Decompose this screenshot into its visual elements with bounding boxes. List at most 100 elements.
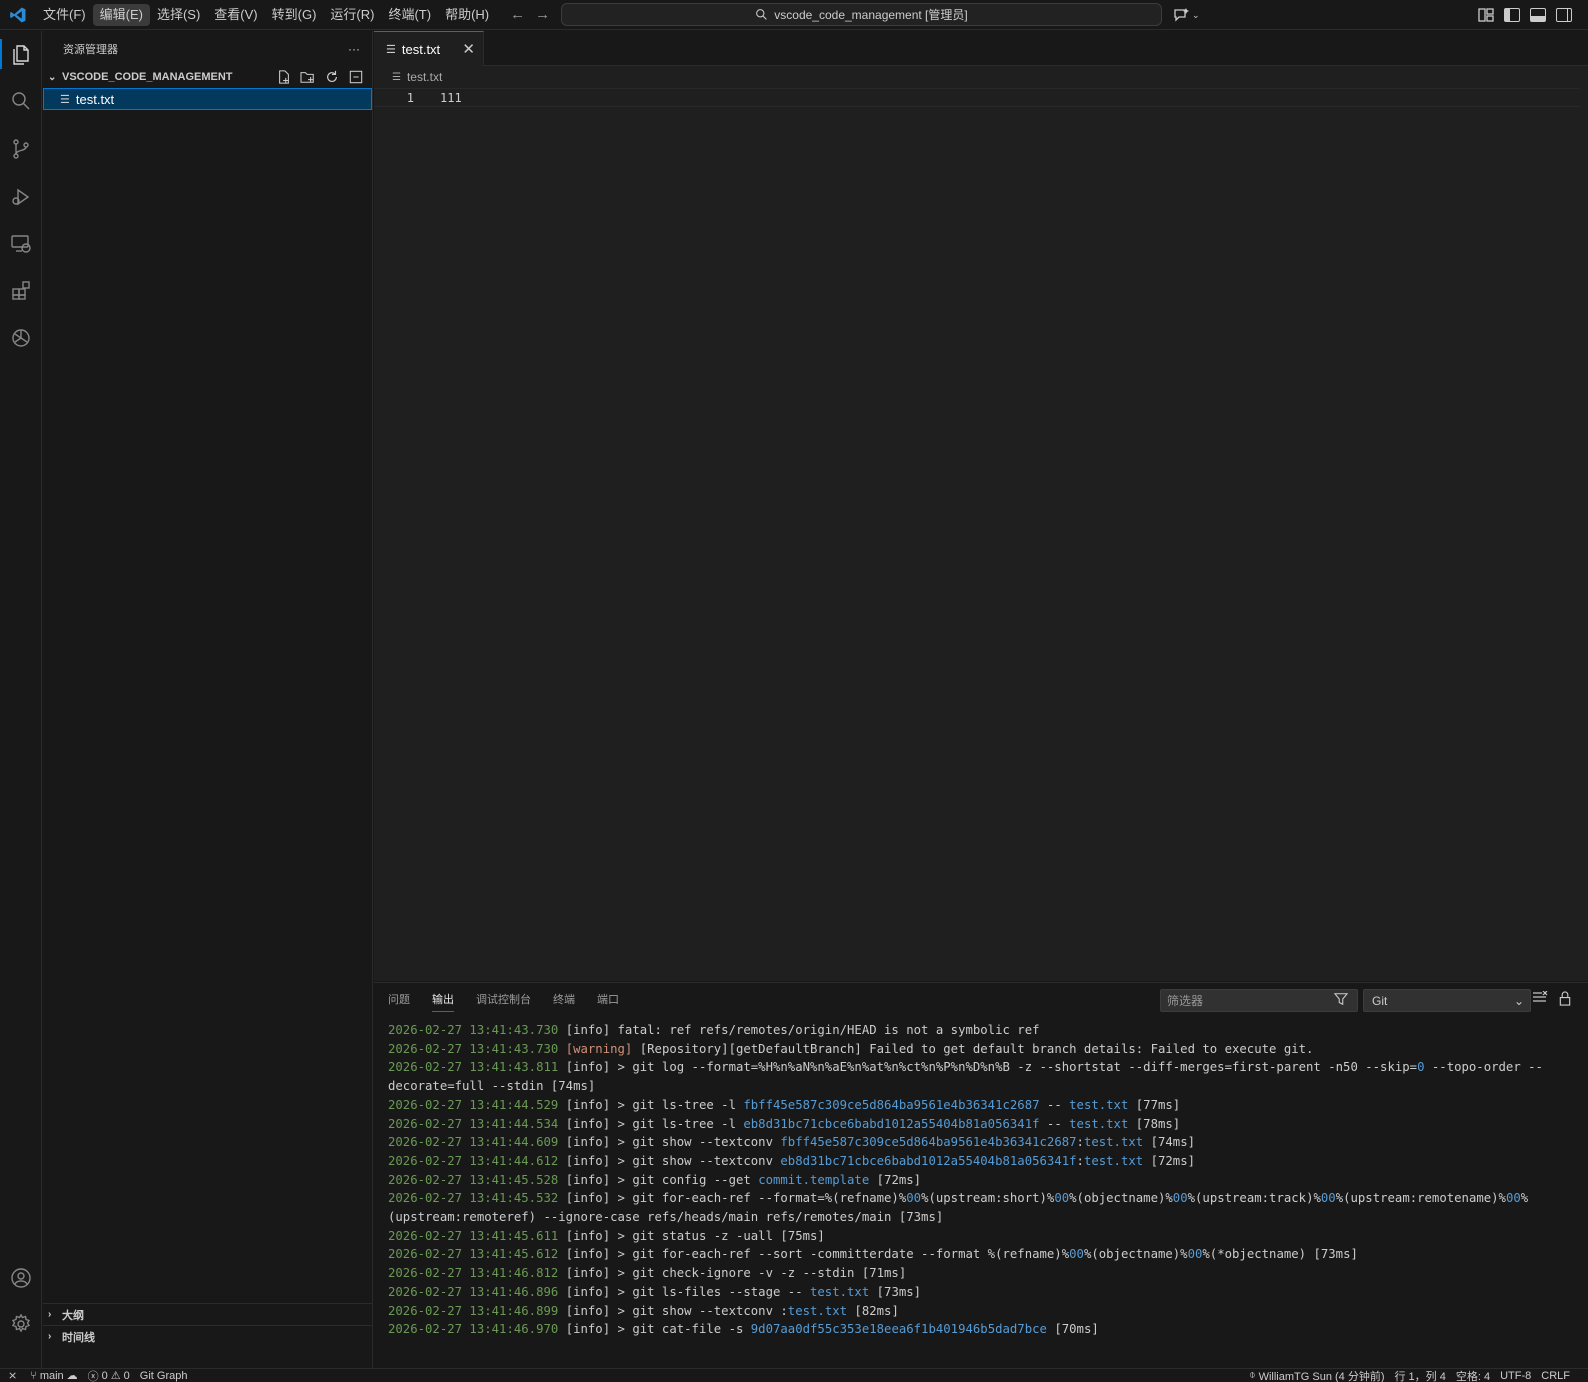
outline-section[interactable]: › 大纲: [43, 1303, 373, 1325]
indentation[interactable]: 空格: 4: [1451, 1369, 1495, 1382]
chatgpt-icon[interactable]: [0, 317, 42, 359]
log-text: 00: [1505, 1191, 1521, 1206]
log-level: [info]: [565, 1060, 611, 1075]
log-text: [74ms]: [1143, 1135, 1195, 1150]
collapse-all-icon[interactable]: [348, 69, 364, 85]
log-text: 9d07aa0df55c353e18eea6f1b401946b5dad7bce: [750, 1322, 1047, 1337]
file-item-test-txt[interactable]: ☰ test.txt: [43, 88, 372, 110]
log-text: > git status -z -uall [75ms]: [610, 1228, 825, 1243]
log-text: [72ms]: [1143, 1153, 1195, 1168]
log-text: %(upstream:track)%: [1187, 1191, 1321, 1206]
log-timestamp: 2026-02-27 13:41:44.612: [388, 1153, 559, 1168]
log-text: > git log --format=%H%n%aN%n%aE%n%at%n%c…: [610, 1060, 1418, 1075]
log-text: test.txt: [1069, 1116, 1129, 1131]
search-icon[interactable]: [0, 80, 42, 122]
forward-arrow-icon[interactable]: →: [535, 6, 550, 23]
chat-toggle-button[interactable]: ⌄: [1172, 4, 1200, 26]
log-level: [info]: [565, 1135, 611, 1150]
cursor-position[interactable]: 行 1，列 4: [1390, 1369, 1451, 1382]
close-icon[interactable]: ✕: [462, 40, 475, 58]
warning-icon: ⚠: [110, 1370, 121, 1382]
git-blame-indicator[interactable]: ⌽ WilliamTG Sun (4 分钟前): [1244, 1369, 1390, 1382]
bottom-panel: 问题 输出 调试控制台 终端 端口 筛选器 Git ⌄ 2026-02-27 1…: [374, 982, 1588, 1368]
settings-gear-icon[interactable]: [0, 1303, 42, 1345]
timeline-section[interactable]: › 时间线: [43, 1325, 373, 1347]
log-timestamp: 2026-02-27 13:41:44.534: [388, 1116, 559, 1131]
log-level: [info]: [565, 1153, 611, 1168]
log-line: 2026-02-27 13:41:46.970 [info] > git cat…: [388, 1320, 1578, 1339]
menu-go[interactable]: 转到(G): [265, 4, 324, 26]
menu-terminal[interactable]: 终端(T): [381, 4, 438, 26]
remote-indicator-icon[interactable]: ⨯: [0, 1369, 25, 1382]
menu-bar: 文件(F) 编辑(E) 选择(S) 查看(V) 转到(G) 运行(R) 终端(T…: [36, 0, 496, 30]
explorer-icon[interactable]: [0, 33, 42, 75]
back-arrow-icon[interactable]: ←: [510, 6, 525, 23]
clear-output-icon[interactable]: [1532, 990, 1548, 1009]
output-channel-select[interactable]: Git ⌄: [1363, 989, 1531, 1012]
log-timestamp: 2026-02-27 13:41:44.609: [388, 1135, 559, 1150]
log-text: test.txt: [787, 1303, 848, 1318]
problems-indicator[interactable]: ⓧ 0 ⚠ 0: [83, 1369, 135, 1382]
toggle-primary-sidebar-icon[interactable]: [1504, 8, 1520, 22]
menu-selection[interactable]: 选择(S): [150, 4, 207, 26]
menu-help[interactable]: 帮助(H): [438, 4, 496, 26]
tab-ports[interactable]: 端口: [597, 983, 619, 1018]
log-level: [info]: [565, 1116, 611, 1131]
tab-test-txt[interactable]: ☰ test.txt ✕: [374, 31, 484, 66]
log-text: > git show --textconv :: [610, 1303, 788, 1318]
output-filter-input[interactable]: 筛选器: [1160, 989, 1358, 1012]
encoding[interactable]: UTF-8: [1495, 1369, 1536, 1382]
status-bar: ⨯ ⑂ main ☁ ⓧ 0 ⚠ 0 Git Graph ⌽ WilliamTG…: [0, 1368, 1588, 1382]
code-line[interactable]: 1 111: [374, 88, 1580, 107]
source-control-icon[interactable]: [0, 128, 42, 170]
log-line: 2026-02-27 13:41:45.528 [info] > git con…: [388, 1171, 1578, 1190]
log-text: 00: [906, 1191, 922, 1206]
more-actions-icon[interactable]: ···: [348, 42, 360, 56]
chat-sparkle-icon: [1174, 8, 1189, 22]
log-text: eb8d31bc71cbce6babd1012a55404b81a056341f: [780, 1153, 1077, 1168]
tab-terminal[interactable]: 终端: [553, 983, 575, 1018]
log-text: > git for-each-ref --sort -committerdate…: [610, 1247, 1070, 1262]
output-log[interactable]: 2026-02-27 13:41:43.730 [info] fatal: re…: [388, 1021, 1578, 1339]
breadcrumb-item[interactable]: test.txt: [407, 70, 442, 84]
lock-scroll-icon[interactable]: [1558, 991, 1572, 1009]
run-debug-icon[interactable]: [0, 176, 42, 218]
log-line: 2026-02-27 13:41:45.612 [info] > git for…: [388, 1245, 1578, 1264]
log-text: > git show --textconv: [610, 1153, 781, 1168]
menu-file[interactable]: 文件(F): [36, 4, 93, 26]
tab-output[interactable]: 输出: [432, 983, 454, 1018]
log-timestamp: 2026-02-27 13:41:45.611: [388, 1228, 559, 1243]
tab-problems[interactable]: 问题: [388, 983, 410, 1018]
customize-layout-icon[interactable]: [1478, 8, 1494, 22]
menu-edit[interactable]: 编辑(E): [92, 3, 150, 26]
workspace-folder[interactable]: ⌄ VSCODE_CODE_MANAGEMENT: [43, 66, 372, 88]
refresh-icon[interactable]: [324, 69, 340, 85]
new-folder-icon[interactable]: [300, 69, 316, 85]
filter-icon[interactable]: [1333, 992, 1349, 1009]
log-text: fbff45e587c309ce5d864ba9561e4b36341c2687: [743, 1097, 1040, 1112]
menu-run[interactable]: 运行(R): [323, 4, 381, 26]
tab-debug-console[interactable]: 调试控制台: [476, 983, 531, 1018]
log-text: [73ms]: [869, 1284, 922, 1299]
toggle-panel-icon[interactable]: [1530, 8, 1546, 22]
command-center-label: vscode_code_management [管理员]: [774, 8, 968, 22]
menu-view[interactable]: 查看(V): [207, 4, 264, 26]
line-text[interactable]: 111: [440, 91, 462, 105]
git-graph-button[interactable]: Git Graph: [135, 1369, 193, 1382]
log-text: %(upstream:remotename)%: [1335, 1191, 1506, 1206]
log-timestamp: 2026-02-27 13:41:46.899: [388, 1303, 559, 1318]
extensions-icon[interactable]: [0, 270, 42, 312]
cloud-sync-icon: ☁: [66, 1370, 78, 1382]
remote-explorer-icon[interactable]: [0, 223, 42, 265]
log-text: [70ms]: [1046, 1322, 1099, 1337]
new-file-icon[interactable]: [276, 69, 292, 85]
end-of-line[interactable]: CRLF: [1536, 1369, 1588, 1382]
account-icon[interactable]: [0, 1257, 42, 1299]
toggle-secondary-sidebar-icon[interactable]: [1556, 8, 1572, 22]
branch-indicator[interactable]: ⑂ main ☁: [25, 1369, 82, 1382]
command-center-search[interactable]: vscode_code_management [管理员]: [561, 3, 1162, 26]
log-timestamp: 2026-02-27 13:41:43.730: [388, 1041, 559, 1056]
log-text: 00: [1069, 1247, 1084, 1262]
